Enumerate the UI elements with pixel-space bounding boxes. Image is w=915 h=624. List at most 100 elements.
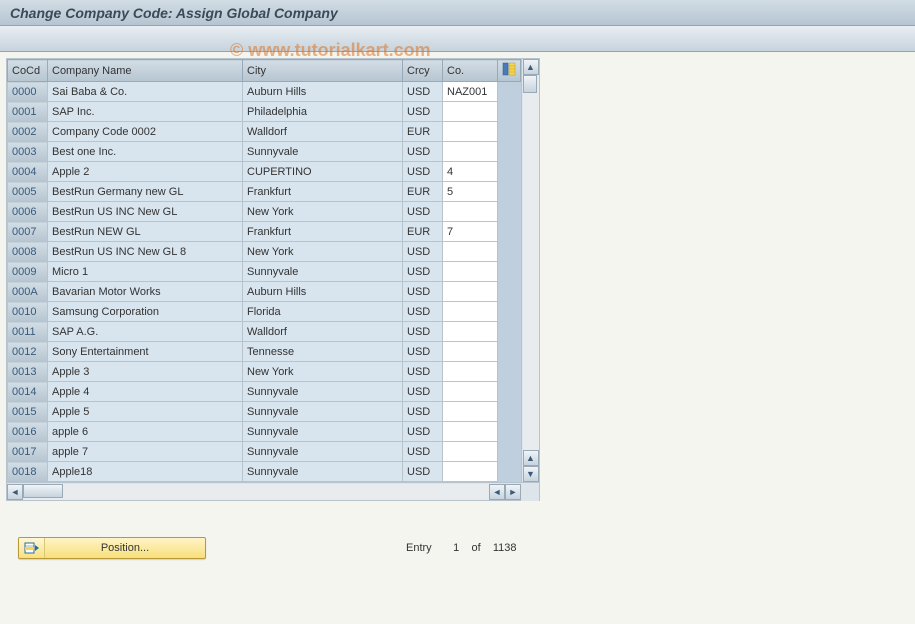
cell-cocd: 0001	[8, 102, 48, 122]
cell-city: Auburn Hills	[243, 82, 403, 102]
cell-name: apple 6	[48, 422, 243, 442]
table-settings-icon[interactable]	[502, 67, 516, 79]
cell-name: Company Code 0002	[48, 122, 243, 142]
table-row[interactable]: 0018Apple18SunnyvaleUSD	[8, 462, 521, 482]
vscroll-thumb[interactable]	[523, 75, 537, 93]
cell-co[interactable]: 7	[443, 222, 498, 242]
cell-city: New York	[243, 362, 403, 382]
table-header-row: CoCd Company Name City Crcy Co.	[8, 60, 521, 82]
table-row[interactable]: 0007BestRun NEW GLFrankfurtEUR7	[8, 222, 521, 242]
table-row[interactable]: 0015Apple 5SunnyvaleUSD	[8, 402, 521, 422]
scroll-down-icon[interactable]: ▼	[523, 466, 539, 482]
table-row[interactable]: 0012Sony EntertainmentTennesseUSD	[8, 342, 521, 362]
cell-crcy: USD	[403, 302, 443, 322]
table-row[interactable]: 0009Micro 1SunnyvaleUSD	[8, 262, 521, 282]
cell-co[interactable]	[443, 142, 498, 162]
cell-cocd: 0013	[8, 362, 48, 382]
cell-name: BestRun US INC New GL 8	[48, 242, 243, 262]
cell-filler	[498, 462, 521, 482]
cell-name: SAP Inc.	[48, 102, 243, 122]
cell-co[interactable]	[443, 402, 498, 422]
vertical-scrollbar[interactable]: ▲ ▲ ▼	[521, 59, 539, 482]
table-row[interactable]: 0002Company Code 0002WalldorfEUR	[8, 122, 521, 142]
toolbar-strip	[0, 26, 915, 52]
cell-cocd: 0011	[8, 322, 48, 342]
cell-cocd: 000A	[8, 282, 48, 302]
footer-area: Position... Entry 1 of 1138	[6, 531, 909, 565]
cell-co[interactable]	[443, 382, 498, 402]
table-row[interactable]: 0003Best one Inc.SunnyvaleUSD	[8, 142, 521, 162]
col-city[interactable]: City	[243, 60, 403, 82]
cell-co[interactable]	[443, 442, 498, 462]
table-row[interactable]: 0017apple 7SunnyvaleUSD	[8, 442, 521, 462]
scroll-down-up-icon[interactable]: ▲	[523, 450, 539, 466]
col-crcy[interactable]: Crcy	[403, 60, 443, 82]
table-row[interactable]: 0011SAP A.G.WalldorfUSD	[8, 322, 521, 342]
vscroll-track[interactable]	[523, 75, 539, 450]
cell-co[interactable]	[443, 362, 498, 382]
table-row[interactable]: 0001SAP Inc.PhiladelphiaUSD	[8, 102, 521, 122]
cell-city: Frankfurt	[243, 182, 403, 202]
cell-co[interactable]	[443, 282, 498, 302]
cell-filler	[498, 242, 521, 262]
table-row[interactable]: 0013Apple 3New YorkUSD	[8, 362, 521, 382]
entry-total: 1138	[493, 542, 517, 554]
position-button[interactable]: Position...	[18, 537, 206, 559]
cell-filler	[498, 202, 521, 222]
table-container: CoCd Company Name City Crcy Co.	[7, 59, 539, 482]
cell-filler	[498, 142, 521, 162]
table-row[interactable]: 0000Sai Baba & Co.Auburn HillsUSDNAZ001	[8, 82, 521, 102]
entry-info: Entry 1 of 1138	[406, 542, 517, 554]
cell-city: Sunnyvale	[243, 262, 403, 282]
cell-city: CUPERTINO	[243, 162, 403, 182]
cell-crcy: USD	[403, 142, 443, 162]
table-row[interactable]: 0008BestRun US INC New GL 8New YorkUSD	[8, 242, 521, 262]
col-config[interactable]	[498, 60, 521, 82]
col-co[interactable]: Co.	[443, 60, 498, 82]
cell-name: Best one Inc.	[48, 142, 243, 162]
cell-co[interactable]: 5	[443, 182, 498, 202]
hscroll-thumb[interactable]	[23, 484, 63, 498]
scroll-right-icon[interactable]: ►	[505, 484, 521, 500]
cell-co[interactable]	[443, 262, 498, 282]
table-row[interactable]: 0014Apple 4SunnyvaleUSD	[8, 382, 521, 402]
cell-name: Samsung Corporation	[48, 302, 243, 322]
cell-city: Sunnyvale	[243, 462, 403, 482]
cell-city: Florida	[243, 302, 403, 322]
scroll-up-icon[interactable]: ▲	[523, 59, 539, 75]
cell-co[interactable]	[443, 242, 498, 262]
hscroll-track[interactable]	[23, 484, 489, 500]
cell-cocd: 0000	[8, 82, 48, 102]
cell-crcy: USD	[403, 422, 443, 442]
cell-co[interactable]: 4	[443, 162, 498, 182]
cell-filler	[498, 102, 521, 122]
cell-cocd: 0010	[8, 302, 48, 322]
cell-filler	[498, 82, 521, 102]
col-cocd[interactable]: CoCd	[8, 60, 48, 82]
cell-co[interactable]	[443, 422, 498, 442]
table-row[interactable]: 0006BestRun US INC New GLNew YorkUSD	[8, 202, 521, 222]
cell-filler	[498, 182, 521, 202]
table-row[interactable]: 0005BestRun Germany new GLFrankfurtEUR5	[8, 182, 521, 202]
cell-cocd: 0014	[8, 382, 48, 402]
table-row[interactable]: 0004Apple 2CUPERTINOUSD4	[8, 162, 521, 182]
cell-co[interactable]	[443, 462, 498, 482]
horizontal-scrollbar[interactable]: ◄ ◄ ►	[7, 482, 539, 500]
cell-co[interactable]	[443, 342, 498, 362]
cell-co[interactable]	[443, 322, 498, 342]
cell-city: Sunnyvale	[243, 142, 403, 162]
scroll-left-icon[interactable]: ◄	[7, 484, 23, 500]
col-name[interactable]: Company Name	[48, 60, 243, 82]
cell-co[interactable]	[443, 102, 498, 122]
cell-co[interactable]	[443, 122, 498, 142]
entry-label: Entry	[406, 542, 432, 554]
cell-cocd: 0007	[8, 222, 48, 242]
table-row[interactable]: 000ABavarian Motor WorksAuburn HillsUSD	[8, 282, 521, 302]
cell-city: New York	[243, 202, 403, 222]
cell-co[interactable]	[443, 202, 498, 222]
cell-co[interactable]: NAZ001	[443, 82, 498, 102]
table-row[interactable]: 0016apple 6SunnyvaleUSD	[8, 422, 521, 442]
table-row[interactable]: 0010Samsung CorporationFloridaUSD	[8, 302, 521, 322]
scroll-right-left-icon[interactable]: ◄	[489, 484, 505, 500]
cell-co[interactable]	[443, 302, 498, 322]
